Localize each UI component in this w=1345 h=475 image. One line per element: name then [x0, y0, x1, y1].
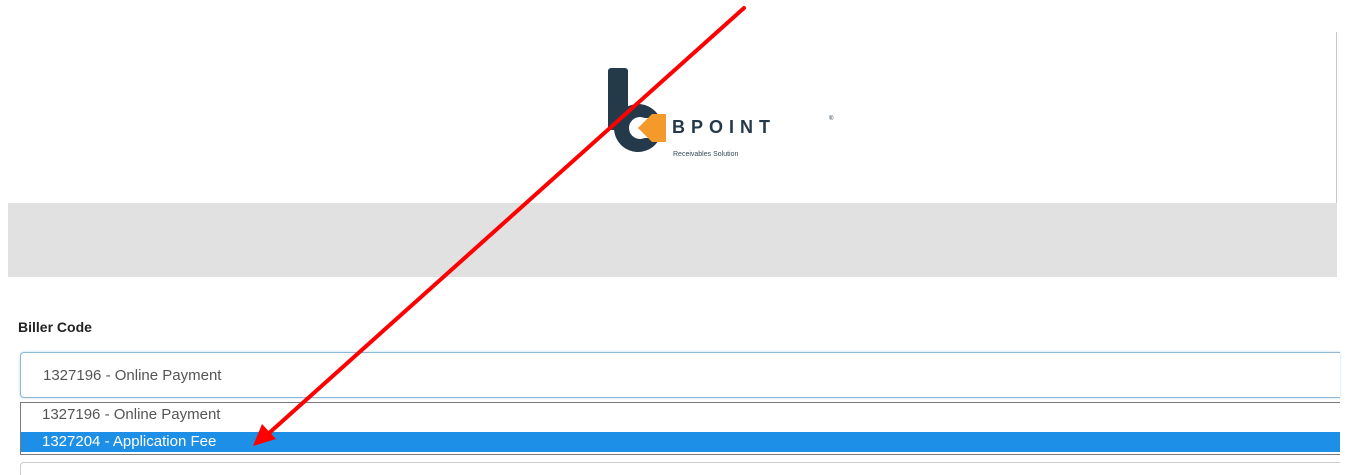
option-online-payment[interactable]: 1327196 - Online Payment: [21, 405, 1340, 425]
brand-name: BPOINT: [672, 117, 777, 137]
biller-code-selected-value: 1327196 - Online Payment: [43, 367, 222, 384]
biller-code-dropdown-list: 1327196 - Online Payment 1327204 - Appli…: [20, 402, 1340, 455]
brand-tagline: Receivables Solution: [673, 151, 739, 158]
biller-code-select[interactable]: 1327196 - Online Payment: [20, 352, 1340, 398]
next-field-box[interactable]: [20, 462, 1340, 475]
window-edge-divider: [1336, 32, 1337, 217]
biller-code-label: Biller Code: [18, 319, 92, 335]
option-application-fee[interactable]: 1327204 - Application Fee: [21, 432, 1340, 452]
trademark-mark: ®: [829, 116, 834, 122]
header-banner: [8, 203, 1337, 277]
page: BPOINT ® Receivables Solution Biller Cod…: [0, 0, 1345, 475]
